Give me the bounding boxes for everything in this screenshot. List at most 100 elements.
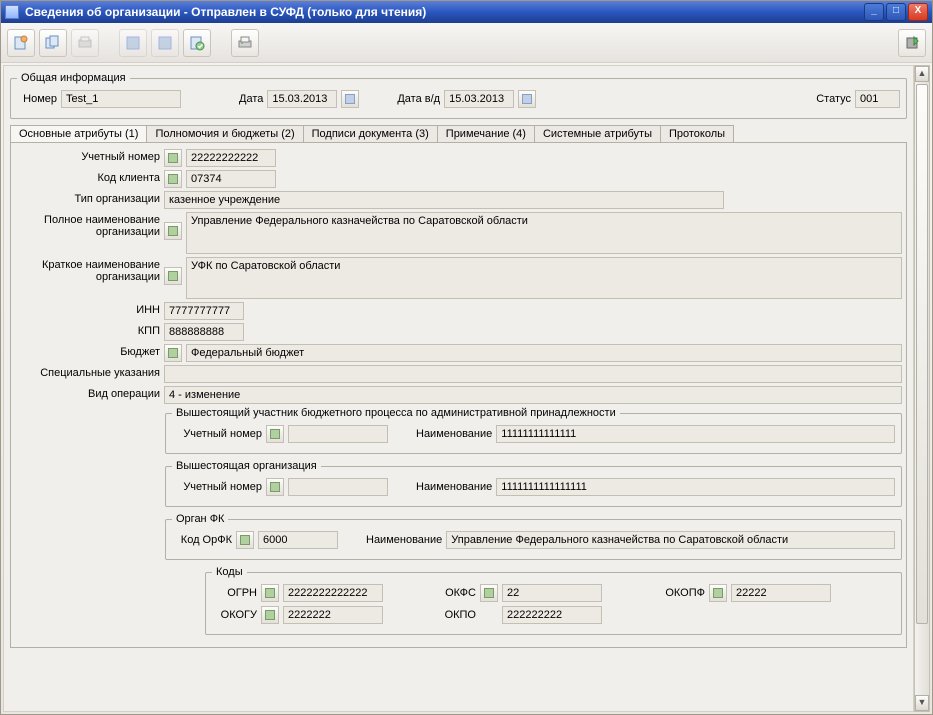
date-picker-button[interactable]	[341, 90, 359, 108]
tab-protocols[interactable]: Протоколы	[660, 125, 734, 142]
toolbar-validate-button[interactable]	[183, 29, 211, 57]
ogrn-label: ОГРН	[212, 587, 257, 599]
special-field[interactable]	[164, 365, 902, 383]
budget-lookup[interactable]	[164, 344, 182, 362]
date-vd-label: Дата в/д	[397, 93, 440, 105]
so-account-field[interactable]	[288, 478, 388, 496]
date-label: Дата	[239, 93, 263, 105]
fk-code-field[interactable]: 6000	[258, 531, 338, 549]
so-account-label: Учетный номер	[172, 481, 262, 493]
vertical-scrollbar[interactable]: ▲ ▼	[914, 65, 930, 712]
okogu-lookup[interactable]	[261, 606, 279, 624]
op-kind-field[interactable]: 4 - изменение	[164, 386, 902, 404]
status-field[interactable]: 001	[855, 90, 900, 108]
client-code-lookup[interactable]	[164, 170, 182, 188]
number-label: Номер	[17, 93, 57, 105]
account-number-field[interactable]: 22222222222	[186, 149, 276, 167]
date-field[interactable]: 15.03.2013	[267, 90, 337, 108]
budget-label: Бюджет	[15, 344, 160, 358]
number-field[interactable]: Test_1	[61, 90, 181, 108]
okogu-label: ОКОГУ	[212, 609, 257, 621]
sb-account-label: Учетный номер	[172, 428, 262, 440]
tab-powers-budgets[interactable]: Полномочия и бюджеты (2)	[146, 125, 303, 142]
short-name-label: Краткое наименование организации	[15, 257, 160, 283]
close-button[interactable]: X	[908, 3, 928, 21]
general-info-group: Общая информация Номер Test_1 Дата 15.03…	[10, 72, 907, 119]
date-vd-field[interactable]: 15.03.2013	[444, 90, 514, 108]
so-account-lookup[interactable]	[266, 478, 284, 496]
okopf-field[interactable]: 22222	[731, 584, 831, 602]
tabs: Основные атрибуты (1) Полномочия и бюдже…	[10, 125, 907, 143]
fk-legend: Орган ФК	[172, 513, 228, 525]
inn-label: ИНН	[15, 302, 160, 316]
window-title: Сведения об организации - Отправлен в СУ…	[25, 5, 862, 19]
toolbar-saveas-button	[151, 29, 179, 57]
general-legend: Общая информация	[17, 72, 130, 84]
org-type-label: Тип организации	[15, 191, 160, 205]
okfs-lookup[interactable]	[480, 584, 498, 602]
main-content: Общая информация Номер Test_1 Дата 15.03…	[3, 65, 914, 712]
toolbar-copy-button[interactable]	[39, 29, 67, 57]
toolbar-plugin-button[interactable]	[898, 29, 926, 57]
scroll-thumb[interactable]	[916, 84, 928, 624]
okpo-field[interactable]: 222222222	[502, 606, 602, 624]
ogrn-field[interactable]: 2222222222222	[283, 584, 383, 602]
sb-account-lookup[interactable]	[266, 425, 284, 443]
fk-name-label: Наименование	[366, 534, 442, 546]
app-window: Сведения об организации - Отправлен в СУ…	[0, 0, 933, 715]
fk-code-lookup[interactable]	[236, 531, 254, 549]
scroll-up-arrow[interactable]: ▲	[915, 66, 929, 82]
app-icon	[5, 5, 19, 19]
client-code-field[interactable]: 07374	[186, 170, 276, 188]
minimize-button[interactable]: _	[864, 3, 884, 21]
full-name-lookup[interactable]	[164, 222, 182, 240]
toolbar-print-button	[71, 29, 99, 57]
okfs-label: ОКФС	[431, 587, 476, 599]
titlebar: Сведения об организации - Отправлен в СУ…	[1, 1, 932, 23]
fk-group: Орган ФК Код ОрФК 6000 Наименование Упра…	[165, 513, 902, 560]
okfs-field[interactable]: 22	[502, 584, 602, 602]
inn-field[interactable]: 7777777777	[164, 302, 244, 320]
sb-name-field[interactable]: 11111111111111	[496, 425, 895, 443]
sb-name-label: Наименование	[416, 428, 492, 440]
fk-name-field[interactable]: Управление Федерального казначейства по …	[446, 531, 895, 549]
toolbar-save-button	[119, 29, 147, 57]
okpo-label: ОКПО	[431, 609, 476, 621]
superior-org-group: Вышестоящая организация Учетный номер На…	[165, 460, 902, 507]
so-name-field[interactable]: 1111111111111111	[496, 478, 895, 496]
scroll-down-arrow[interactable]: ▼	[915, 695, 929, 711]
tab-system-attributes[interactable]: Системные атрибуты	[534, 125, 661, 142]
fk-code-label: Код ОрФК	[172, 534, 232, 546]
kpp-label: КПП	[15, 323, 160, 337]
full-name-label: Полное наименование организации	[15, 212, 160, 238]
okogu-field[interactable]: 2222222	[283, 606, 383, 624]
tab-main-attributes[interactable]: Основные атрибуты (1)	[10, 125, 147, 142]
tab-note[interactable]: Примечание (4)	[437, 125, 535, 142]
org-type-field[interactable]: казенное учреждение	[164, 191, 724, 209]
full-name-field[interactable]: Управление Федерального казначейства по …	[186, 212, 902, 254]
short-name-field[interactable]: УФК по Саратовской области	[186, 257, 902, 299]
short-name-lookup[interactable]	[164, 267, 182, 285]
budget-field[interactable]: Федеральный бюджет	[186, 344, 902, 362]
account-number-lookup[interactable]	[164, 149, 182, 167]
superior-org-legend: Вышестоящая организация	[172, 460, 321, 472]
toolbar-print2-button[interactable]	[231, 29, 259, 57]
toolbar	[1, 23, 932, 63]
sb-account-field[interactable]	[288, 425, 388, 443]
account-number-label: Учетный номер	[15, 149, 160, 163]
okopf-label: ОКОПФ	[650, 587, 705, 599]
date-vd-picker-button[interactable]	[518, 90, 536, 108]
maximize-button[interactable]: □	[886, 3, 906, 21]
toolbar-new-button[interactable]	[7, 29, 35, 57]
ogrn-lookup[interactable]	[261, 584, 279, 602]
tab-body: Учетный номер 22222222222 Код клиента 07…	[10, 143, 907, 648]
client-code-label: Код клиента	[15, 170, 160, 184]
codes-group: Коды ОГРН 2222222222222 ОКФС 22 ОКОПФ	[205, 566, 902, 635]
superior-budget-group: Вышестоящий участник бюджетного процесса…	[165, 407, 902, 454]
tab-signatures[interactable]: Подписи документа (3)	[303, 125, 438, 142]
okopf-lookup[interactable]	[709, 584, 727, 602]
op-kind-label: Вид операции	[15, 386, 160, 400]
special-label: Специальные указания	[15, 365, 160, 379]
kpp-field[interactable]: 888888888	[164, 323, 244, 341]
status-label: Статус	[816, 93, 851, 105]
